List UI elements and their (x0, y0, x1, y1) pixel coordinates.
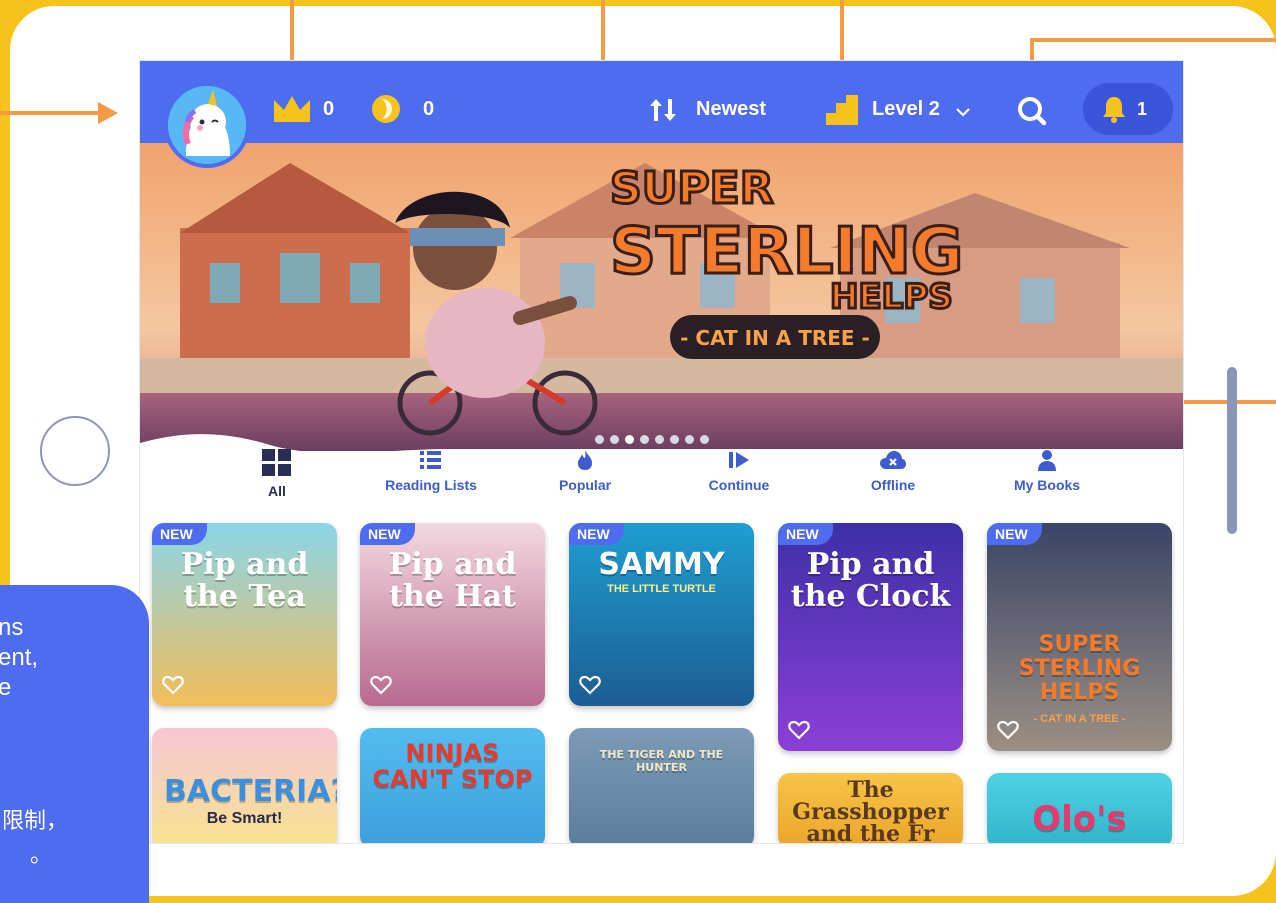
tab-all[interactable]: All (217, 449, 337, 499)
tab-offline-label: Offline (870, 477, 916, 493)
featured-banner[interactable]: SUPER STERLING HELPS - CAT IN A TREE - (140, 143, 1183, 451)
sort-label: Newest (696, 98, 767, 120)
tab-all-label: All (268, 483, 286, 499)
book-title: Pip and the Tea (180, 547, 309, 614)
crown-icon (274, 96, 310, 122)
heart-icon[interactable] (997, 719, 1019, 741)
book-title: BACTERIA? (164, 774, 337, 809)
book-card[interactable]: NEW SAMMY THE LITTLE TURTLE (569, 523, 754, 706)
new-badge: NEW (778, 523, 833, 545)
new-badge: NEW (360, 523, 415, 545)
grid-icon (262, 449, 291, 476)
svg-text:- CAT IN A TREE -: - CAT IN A TREE - (680, 326, 870, 350)
book-card[interactable]: NINJAS CAN'T STOP (360, 728, 545, 843)
book-card[interactable]: NEW Pip and the Hat (360, 523, 545, 706)
category-tabs: All Reading Lists Popular Continue Offli… (140, 449, 1183, 509)
bell-icon (1103, 97, 1125, 123)
carousel-dot[interactable] (610, 435, 619, 444)
coin-count: 0 (423, 98, 435, 120)
tab-popular-label: Popular (558, 477, 612, 493)
flame-icon (578, 450, 592, 470)
level-icon (826, 95, 858, 125)
tab-my-books-label: My Books (1013, 477, 1081, 493)
chevron-down-icon (956, 108, 970, 117)
book-title: NINJAS CAN'T STOP (372, 739, 533, 793)
book-card[interactable]: THE TIGER AND THE HUNTER (569, 728, 754, 843)
search-icon[interactable] (1016, 95, 1048, 127)
new-badge: NEW (152, 523, 207, 545)
device-home-button[interactable] (40, 416, 110, 486)
tab-popular[interactable]: Popular (525, 449, 645, 493)
svg-text:SUPER: SUPER (610, 163, 774, 214)
tab-reading-lists[interactable]: Reading Lists (371, 449, 491, 493)
book-title: SAMMY (598, 547, 725, 582)
top-bar: 0 0 Newest Level 2 1 (140, 61, 1183, 143)
unicorn-avatar-icon (168, 86, 246, 164)
book-card[interactable]: The Grasshopper and the Fr (778, 773, 963, 844)
tab-offline[interactable]: Offline (833, 449, 953, 493)
book-title: Olo's (1032, 799, 1127, 839)
crown-count: 0 (323, 98, 335, 120)
heart-icon[interactable] (579, 674, 601, 696)
carousel-dot[interactable] (670, 435, 679, 444)
book-title: THE TIGER AND THE HUNTER (599, 748, 724, 774)
tab-continue-label: Continue (708, 477, 770, 493)
book-title: SUPER STERLING HELPS (1018, 632, 1141, 705)
carousel-dot[interactable] (595, 435, 604, 444)
heart-icon[interactable] (788, 719, 810, 741)
book-title: Pip and the Clock (790, 547, 951, 614)
carousel-dot[interactable] (655, 435, 664, 444)
sort-icon (650, 99, 676, 121)
tab-continue[interactable]: Continue (679, 449, 799, 493)
new-badge: NEW (987, 523, 1042, 545)
notifications-button[interactable]: 1 (1083, 83, 1173, 135)
book-subtitle: - CAT IN A TREE - (1033, 713, 1126, 725)
annotation-note: ns ent, e 限制， 。 (0, 585, 149, 903)
level-label: Level 2 (872, 98, 940, 120)
svg-text:HELPS: HELPS (830, 277, 953, 317)
note-line: ns (0, 614, 24, 641)
carousel-indicator[interactable] (595, 435, 709, 444)
heart-icon[interactable] (162, 674, 184, 696)
app-screen: 0 0 Newest Level 2 1 SUPER STERLING HELP… (139, 60, 1184, 844)
carousel-dot[interactable] (685, 435, 694, 444)
play-icon (729, 452, 749, 468)
book-subtitle: Be Smart! (206, 810, 283, 827)
book-title: The Grasshopper and the Fr (792, 777, 949, 844)
avatar[interactable] (164, 82, 250, 168)
book-title: Pip and the Hat (388, 547, 517, 614)
annotation-arrow (0, 111, 100, 115)
carousel-dot-active[interactable] (625, 435, 634, 444)
banner-illustration: SUPER STERLING HELPS - CAT IN A TREE - (140, 143, 1183, 451)
person-icon (1038, 450, 1056, 471)
tab-my-books[interactable]: My Books (987, 449, 1107, 493)
heart-icon[interactable] (370, 674, 392, 696)
book-card[interactable]: Olo's (987, 773, 1172, 843)
book-subtitle: THE LITTLE TURTLE (607, 583, 716, 595)
scrollbar[interactable] (1227, 367, 1237, 534)
book-card[interactable]: BACTERIA? Be Smart! (152, 728, 337, 843)
carousel-dot[interactable] (640, 435, 649, 444)
carousel-dot[interactable] (700, 435, 709, 444)
note-line: e (0, 674, 12, 701)
notification-count: 1 (1137, 99, 1148, 119)
annotation-arrow (1030, 38, 1276, 42)
book-card[interactable]: NEW Pip and the Tea (152, 523, 337, 706)
new-badge: NEW (569, 523, 624, 545)
annotation-arrowhead (98, 102, 118, 124)
coin-icon (372, 95, 400, 123)
note-line: 限制， (2, 809, 69, 834)
book-card[interactable]: NEW Pip and the Clock (778, 523, 963, 751)
level-dropdown[interactable]: Level 2 (824, 93, 984, 127)
tab-reading-lists-label: Reading Lists (385, 477, 477, 493)
list-icon (420, 451, 441, 469)
note-line: ent, (0, 644, 39, 671)
cloud-icon (880, 451, 906, 469)
book-card[interactable]: NEW SUPER STERLING HELPS - CAT IN A TREE… (987, 523, 1172, 751)
note-line: 。 (30, 843, 53, 868)
